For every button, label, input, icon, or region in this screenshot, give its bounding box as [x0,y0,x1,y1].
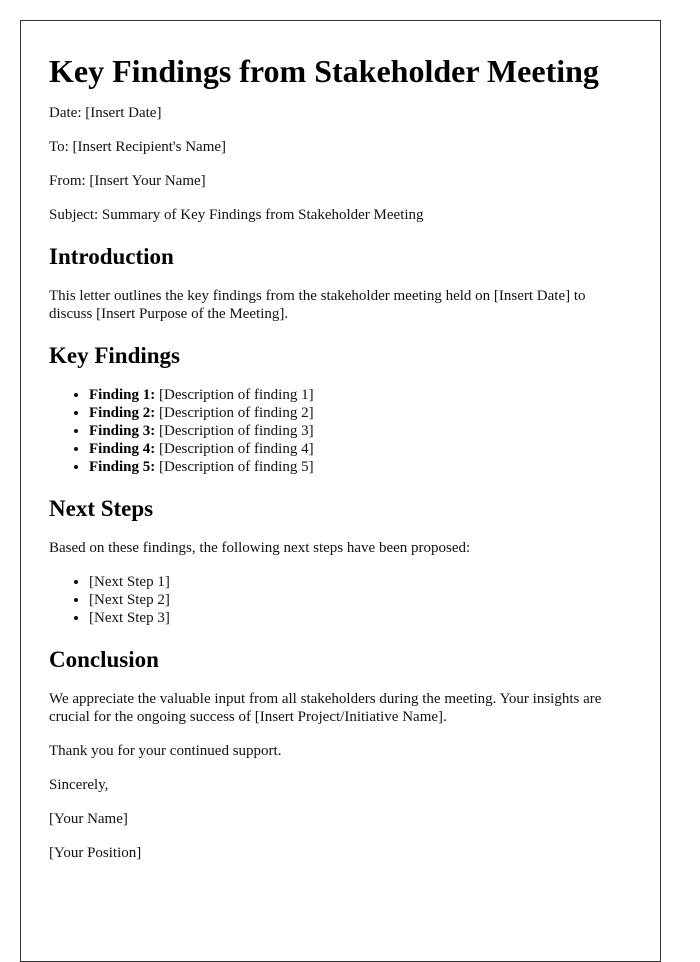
next-steps-list: [Next Step 1] [Next Step 2] [Next Step 3… [49,573,632,627]
signer-name: [Your Name] [49,811,128,827]
introduction-section: Introduction This letter outlines the ke… [49,243,632,323]
signoff: Sincerely, [49,777,109,793]
key-findings-list: Finding 1: [Description of finding 1] Fi… [49,386,632,476]
conclusion-text: We appreciate the valuable input from al… [49,691,602,725]
introduction-text: This letter outlines the key findings fr… [49,288,586,322]
next-steps-heading: Next Steps [49,496,154,521]
finding-item: Finding 4: [Description of finding 4] [89,440,632,458]
finding-text: [Description of finding 4] [155,441,314,457]
signer-position: [Your Position] [49,845,142,861]
finding-text: [Description of finding 5] [155,459,314,475]
finding-item: Finding 1: [Description of finding 1] [89,386,632,404]
next-step-item: [Next Step 1] [89,573,632,591]
next-steps-section: Next Steps Based on these findings, the … [49,495,632,627]
finding-label: Finding 5: [89,459,156,475]
to-line: To: [Insert Recipient's Name] [49,139,227,155]
finding-text: [Description of finding 3] [155,423,314,439]
key-findings-heading: Key Findings [49,343,181,368]
letter-title: Key Findings from Stakeholder Meeting [49,53,599,89]
next-steps-intro: Based on these findings, the following n… [49,540,471,556]
letter-container: Key Findings from Stakeholder Meeting Da… [20,20,661,962]
thanks-line: Thank you for your continued support. [49,743,282,759]
finding-item: Finding 3: [Description of finding 3] [89,422,632,440]
from-line: From: [Insert Your Name] [49,173,206,189]
finding-label: Finding 2: [89,405,156,421]
conclusion-heading: Conclusion [49,647,159,672]
conclusion-section: Conclusion We appreciate the valuable in… [49,646,632,760]
finding-label: Finding 3: [89,423,156,439]
finding-label: Finding 4: [89,441,156,457]
subject-line: Subject: Summary of Key Findings from St… [49,207,424,223]
introduction-heading: Introduction [49,244,174,269]
next-step-item: [Next Step 3] [89,609,632,627]
finding-label: Finding 1: [89,387,156,403]
next-step-item: [Next Step 2] [89,591,632,609]
key-findings-section: Key Findings Finding 1: [Description of … [49,342,632,476]
finding-item: Finding 2: [Description of finding 2] [89,404,632,422]
finding-text: [Description of finding 2] [155,405,314,421]
finding-item: Finding 5: [Description of finding 5] [89,458,632,476]
date-line: Date: [Insert Date] [49,105,162,121]
finding-text: [Description of finding 1] [155,387,314,403]
